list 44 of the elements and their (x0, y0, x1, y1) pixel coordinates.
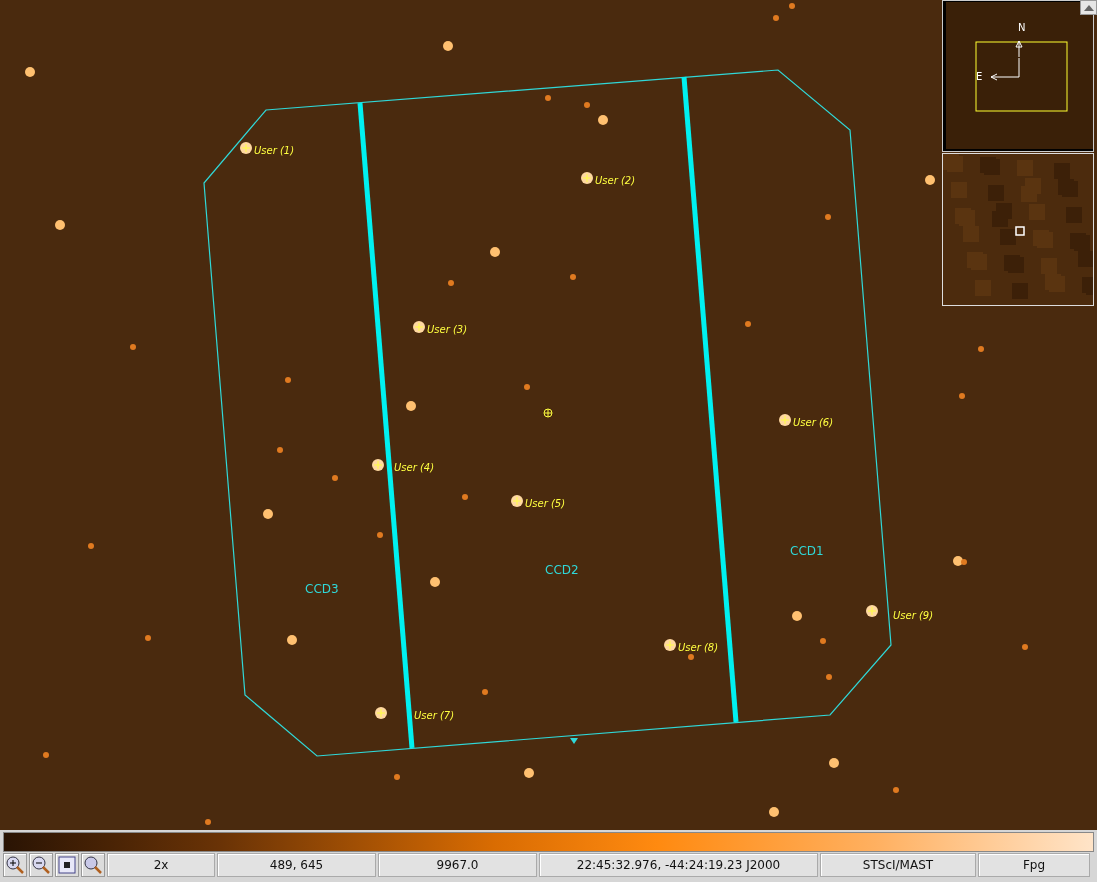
zoom-button[interactable] (81, 853, 105, 877)
target-crosshair-icon (543, 408, 553, 418)
marker-label: User (4) (394, 462, 435, 473)
zoom-fit-button[interactable] (55, 853, 79, 877)
marker-label: User (7) (414, 710, 455, 721)
marker-label: User (1) (254, 145, 295, 156)
zoom-level: 2x (107, 853, 215, 877)
chip-label: CCD3 (305, 582, 339, 596)
zoom-out-button[interactable] (29, 853, 53, 877)
cursor-square-icon (1015, 226, 1025, 236)
marker-label: User (3) (427, 324, 468, 335)
chip-label: CCD2 (545, 563, 579, 577)
magnifier-icon (83, 855, 103, 875)
marker-label: User (8) (678, 642, 719, 653)
marked-star-icon (664, 639, 676, 651)
pan-window[interactable]: N E (942, 0, 1094, 152)
marked-star-icon (779, 414, 791, 426)
zoom-in-button[interactable] (3, 853, 27, 877)
marked-star-icon (375, 707, 387, 719)
zoom-in-icon (5, 855, 25, 875)
east-label: E (976, 71, 983, 82)
marked-star-icon (240, 142, 252, 154)
compass-drawing (990, 40, 1023, 81)
sky-coordinates: 22:45:32.976, -44:24:19.23 J2000 (539, 853, 818, 877)
fit-frame-icon (57, 855, 77, 875)
marker-label: User (6) (793, 417, 834, 428)
north-label: N (1018, 22, 1026, 33)
triangle-icon (570, 738, 578, 744)
pixel-value: 9967.0 (378, 853, 537, 877)
marker-label: User (2) (595, 175, 636, 186)
image-server: STScI/MAST (820, 853, 976, 877)
scroll-up-button[interactable] (1080, 0, 1097, 15)
up-arrow-icon (1083, 4, 1094, 11)
colormap-name: Fpg (978, 853, 1090, 877)
zoom-out-icon (31, 855, 51, 875)
marker-label: User (9) (893, 610, 934, 621)
pixel-position: 489, 645 (217, 853, 376, 877)
marked-star-icon (581, 172, 593, 184)
chip-label: CCD1 (790, 544, 824, 558)
marked-star-icon (866, 605, 878, 617)
marked-star-icon (372, 459, 384, 471)
marked-star-icon (413, 321, 425, 333)
marker-label: User (5) (525, 498, 566, 509)
marked-star-icon (511, 495, 523, 507)
